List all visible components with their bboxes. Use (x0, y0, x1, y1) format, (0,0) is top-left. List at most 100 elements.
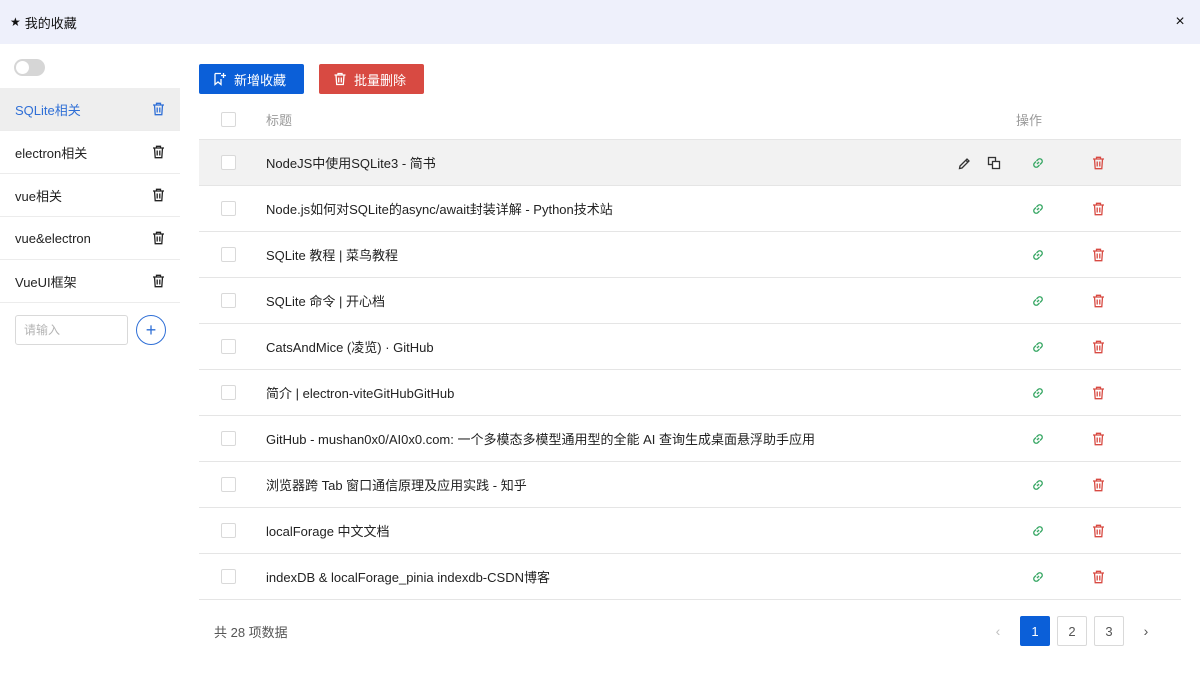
table-row[interactable]: indexDB & localForage_pinia indexdb-CSDN… (199, 554, 1181, 600)
bookmark-title[interactable]: GitHub - mushan0x0/AI0x0.com: 一个多模态多模型通用… (266, 429, 946, 448)
delete-icon[interactable] (1090, 247, 1106, 263)
bookmark-title[interactable]: 简介 | electron-viteGitHubGitHub (266, 383, 946, 402)
column-header-actions: 操作 (1016, 113, 1043, 128)
new-category-form: + (15, 315, 166, 345)
bookmark-title[interactable]: localForage 中文文档 (266, 521, 946, 540)
bookmark-add-icon (214, 72, 226, 86)
link-icon[interactable] (1030, 247, 1046, 263)
bookmark-title[interactable]: NodeJS中使用SQLite3 - 简书 (266, 153, 946, 172)
prev-page-icon[interactable]: ‹ (983, 616, 1013, 646)
toggle-knob (16, 61, 29, 74)
table-row[interactable]: CatsAndMice (凌览) · GitHub (199, 324, 1181, 370)
sidebar-item-category[interactable]: SQLite相关 (0, 88, 180, 131)
bookmark-title[interactable]: Node.js如何对SQLite的async/await封装详解 - Pytho… (266, 199, 946, 218)
page-button[interactable]: 1 (1020, 616, 1050, 646)
row-checkbox[interactable] (221, 523, 236, 538)
table-row[interactable]: GitHub - mushan0x0/AI0x0.com: 一个多模态多模型通用… (199, 416, 1181, 462)
row-checkbox[interactable] (221, 247, 236, 262)
bookmark-title[interactable]: CatsAndMice (凌览) · GitHub (266, 337, 946, 356)
delete-icon[interactable] (1090, 339, 1106, 355)
row-checkbox[interactable] (221, 339, 236, 354)
trash-icon[interactable] (152, 145, 165, 159)
table-row[interactable]: NodeJS中使用SQLite3 - 简书 (199, 140, 1181, 186)
table-row[interactable]: SQLite 命令 | 开心档 (199, 278, 1181, 324)
batch-delete-button[interactable]: 批量删除 (319, 64, 424, 94)
category-label: vue相关 (15, 188, 62, 204)
trash-icon[interactable] (152, 188, 165, 202)
link-icon[interactable] (1030, 201, 1046, 217)
main-content: 新增收藏 批量删除 标题 操作 NodeJS中使用SQLite3 - 简书 Nod… (199, 44, 1181, 675)
bookmark-title[interactable]: SQLite 命令 | 开心档 (266, 291, 946, 310)
sidebar: SQLite相关 electron相关 vue相关 vue&electron VueUI… (0, 44, 180, 675)
table-row[interactable]: 简介 | electron-viteGitHubGitHub (199, 370, 1181, 416)
link-icon[interactable] (1030, 385, 1046, 401)
window-title: 我的收藏 (24, 15, 77, 31)
sidebar-item-category[interactable]: vue相关 (0, 174, 180, 217)
total-count: 共 28 项数据 (214, 625, 288, 640)
row-checkbox[interactable] (221, 385, 236, 400)
category-list: SQLite相关 electron相关 vue相关 vue&electron VueUI… (0, 88, 180, 303)
table-row[interactable]: SQLite 教程 | 菜鸟教程 (199, 232, 1181, 278)
add-category-button[interactable]: + (136, 315, 166, 345)
copy-icon[interactable] (986, 155, 1002, 171)
column-header-title: 标题 (266, 113, 293, 128)
delete-icon[interactable] (1090, 431, 1106, 447)
table-header: 标题 操作 (199, 100, 1181, 140)
row-checkbox[interactable] (221, 293, 236, 308)
next-page-icon[interactable]: › (1131, 616, 1161, 646)
close-icon[interactable]: × (1170, 12, 1190, 32)
delete-icon[interactable] (1090, 477, 1106, 493)
table-row[interactable]: Node.js如何对SQLite的async/await封装详解 - Pytho… (199, 186, 1181, 232)
trash-icon[interactable] (152, 231, 165, 245)
toolbar: 新增收藏 批量删除 (199, 64, 424, 94)
sidebar-item-category[interactable]: VueUI框架 (0, 260, 180, 303)
link-icon[interactable] (1030, 339, 1046, 355)
star-icon: ★ (10, 15, 21, 29)
delete-icon[interactable] (1090, 523, 1106, 539)
category-label: electron相关 (15, 145, 88, 161)
link-icon[interactable] (1030, 431, 1046, 447)
bookmark-title[interactable]: indexDB & localForage_pinia indexdb-CSDN… (266, 567, 946, 586)
window-titlebar: ★ 我的收藏 × (0, 0, 1200, 44)
bookmark-title[interactable]: 浏览器跨 Tab 窗口通信原理及应用实践 - 知乎 (266, 475, 946, 494)
add-bookmark-label: 新增收藏 (234, 72, 287, 88)
category-label: SQLite相关 (15, 102, 81, 118)
toggle-switch[interactable] (14, 59, 45, 76)
link-icon[interactable] (1030, 155, 1046, 171)
row-checkbox[interactable] (221, 155, 236, 170)
page-button[interactable]: 3 (1094, 616, 1124, 646)
delete-icon[interactable] (1090, 201, 1106, 217)
delete-icon[interactable] (1090, 293, 1106, 309)
delete-icon[interactable] (1090, 385, 1106, 401)
category-label: vue&electron (15, 230, 91, 246)
table-row[interactable]: 浏览器跨 Tab 窗口通信原理及应用实践 - 知乎 (199, 462, 1181, 508)
sidebar-item-category[interactable]: electron相关 (0, 131, 180, 174)
select-all-checkbox[interactable] (221, 112, 236, 127)
new-category-input[interactable] (15, 315, 128, 345)
bookmark-table: 标题 操作 NodeJS中使用SQLite3 - 简书 Node.js如何对SQL… (199, 100, 1181, 600)
table-row[interactable]: localForage 中文文档 (199, 508, 1181, 554)
table-footer: 共 28 项数据 ‹ 1 2 3 › (199, 616, 1181, 646)
link-icon[interactable] (1030, 477, 1046, 493)
add-bookmark-button[interactable]: 新增收藏 (199, 64, 304, 94)
edit-icon[interactable] (956, 155, 972, 171)
page-button[interactable]: 2 (1057, 616, 1087, 646)
table-body: NodeJS中使用SQLite3 - 简书 Node.js如何对SQLite的as… (199, 140, 1181, 600)
delete-icon[interactable] (1090, 569, 1106, 585)
batch-delete-label: 批量删除 (354, 72, 407, 88)
row-checkbox[interactable] (221, 569, 236, 584)
bookmark-title[interactable]: SQLite 教程 | 菜鸟教程 (266, 245, 946, 264)
link-icon[interactable] (1030, 293, 1046, 309)
trash-icon (334, 72, 346, 86)
row-checkbox[interactable] (221, 431, 236, 446)
pagination: ‹ 1 2 3 › (983, 616, 1161, 646)
delete-icon[interactable] (1090, 155, 1106, 171)
row-checkbox[interactable] (221, 201, 236, 216)
link-icon[interactable] (1030, 569, 1046, 585)
link-icon[interactable] (1030, 523, 1046, 539)
sidebar-item-category[interactable]: vue&electron (0, 217, 180, 260)
trash-icon[interactable] (152, 102, 165, 116)
trash-icon[interactable] (152, 274, 165, 288)
category-label: VueUI框架 (15, 274, 77, 290)
row-checkbox[interactable] (221, 477, 236, 492)
